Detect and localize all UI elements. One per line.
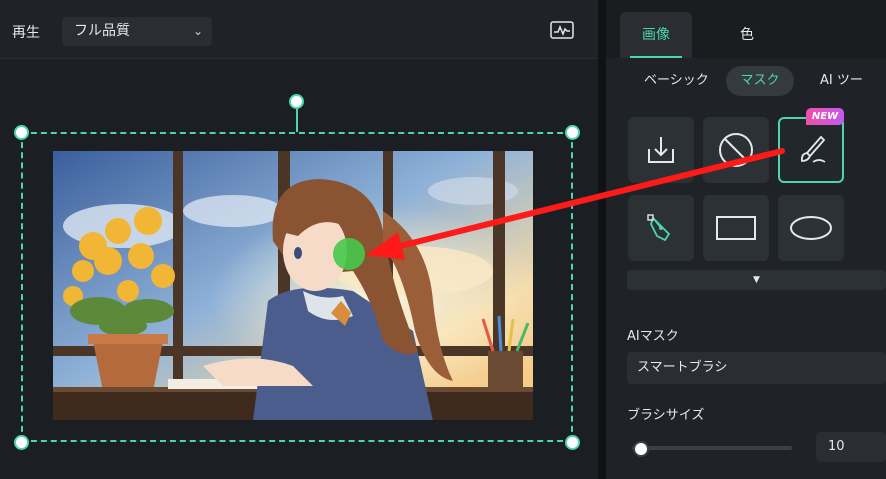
brush-size-slider-thumb[interactable]	[633, 441, 649, 457]
ai-brush-icon	[800, 135, 826, 163]
subtab-mask[interactable]: マスク	[726, 66, 794, 96]
rotation-line	[296, 106, 298, 132]
quality-value: フル品質	[74, 23, 130, 39]
resize-handle-bottom-right[interactable]	[565, 435, 580, 450]
play-label[interactable]: 再生	[12, 22, 40, 42]
panel-divider[interactable]	[598, 0, 606, 479]
brush-size-input[interactable]: 10	[816, 432, 886, 462]
selection-frame[interactable]	[21, 132, 573, 442]
no-mask-button[interactable]	[703, 117, 769, 183]
import-mask-icon	[648, 137, 674, 163]
ai-mask-label: AIマスク	[627, 329, 679, 344]
new-badge: NEW	[806, 108, 844, 125]
import-mask-button[interactable]	[628, 117, 694, 183]
rotation-handle[interactable]	[289, 94, 304, 109]
preview-toolbar: 再生 フル品質 ⌄	[0, 0, 598, 59]
tab-bar: 画像 色	[606, 0, 886, 58]
brush-size-slider[interactable]	[632, 446, 792, 450]
waveform-icon[interactable]	[550, 21, 574, 39]
ai-brush-button[interactable]	[778, 117, 844, 183]
resize-handle-top-right[interactable]	[565, 125, 580, 140]
ellipse-icon	[790, 216, 832, 240]
expand-more-button[interactable]: ▼	[627, 270, 886, 290]
resize-handle-top-left[interactable]	[14, 125, 29, 140]
chevron-down-icon: ⌄	[192, 24, 203, 38]
ellipse-mask-button[interactable]	[778, 195, 844, 261]
rectangle-mask-button[interactable]	[703, 195, 769, 261]
ai-mask-mode-value: スマートブラシ	[637, 360, 728, 375]
rectangle-icon	[716, 216, 756, 240]
brush-size-label: ブラシサイズ	[627, 408, 705, 423]
subtab-ai-tools[interactable]: AI ツー	[820, 66, 886, 96]
ai-mask-mode-select[interactable]: スマートブラシ	[627, 352, 886, 384]
tab-image[interactable]: 画像	[620, 12, 692, 58]
circle-slash-icon	[719, 133, 753, 167]
brush-size-value: 10	[828, 439, 845, 454]
pen-tool-icon	[647, 214, 671, 242]
triangle-down-icon: ▼	[753, 275, 760, 285]
resize-handle-bottom-left[interactable]	[14, 435, 29, 450]
quality-select[interactable]: フル品質 ⌄	[62, 17, 212, 46]
subtab-basic[interactable]: ベーシック	[644, 66, 734, 96]
tab-color[interactable]: 色	[714, 12, 780, 58]
pen-tool-button[interactable]	[628, 195, 694, 261]
